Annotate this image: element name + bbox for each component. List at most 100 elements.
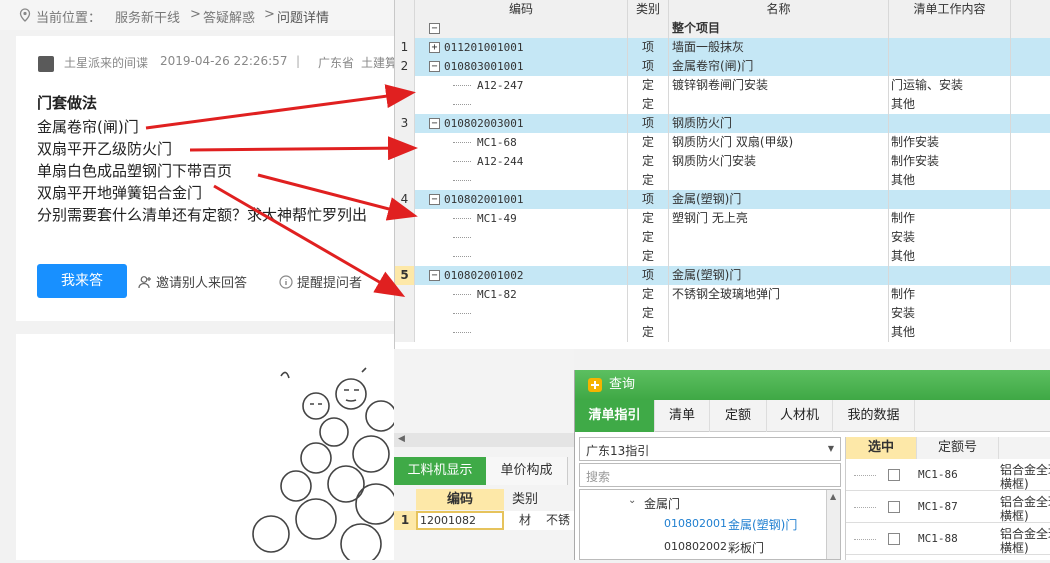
quota-row[interactable]: MC1-87铝合金全玻横框) [846, 491, 1050, 523]
collapse-icon[interactable]: − [429, 270, 440, 281]
type-cell[interactable]: 定 [628, 95, 669, 114]
name-cell[interactable] [669, 228, 889, 247]
collapse-icon[interactable]: − [429, 61, 440, 72]
code-cell[interactable]: +011201001001 [415, 38, 628, 57]
work-content-cell[interactable] [889, 57, 1011, 76]
type-cell[interactable]: 项 [628, 38, 669, 57]
tab-quota[interactable]: 定额 [710, 400, 767, 432]
extra-cell[interactable] [1011, 171, 1050, 190]
name-cell[interactable]: 不锈钢全玻璃地弹门 [669, 285, 889, 304]
header-code[interactable]: 编码 [416, 489, 504, 510]
grid-row[interactable]: A12-244 定钢质防火门安装 制作安装 [395, 152, 1050, 171]
extra-cell[interactable] [1011, 285, 1050, 304]
quota-row[interactable]: MC1-86铝合金全玻横框) [846, 459, 1050, 491]
work-content-cell[interactable]: 制作 [889, 209, 1011, 228]
work-content-cell[interactable]: 其他 [889, 323, 1011, 342]
type-cell[interactable]: 定 [628, 171, 669, 190]
grid-row[interactable]: 2−010803001001 项金属卷帘(闸)门 [395, 57, 1050, 76]
chevron-down-icon[interactable]: ⌄ [628, 495, 636, 506]
name-cell[interactable] [669, 323, 889, 342]
extra-cell[interactable] [1011, 152, 1050, 171]
scroll-up-icon[interactable]: ▲ [830, 492, 836, 501]
type-cell[interactable]: 定 [628, 285, 669, 304]
header-name[interactable] [998, 437, 1050, 459]
grid-row[interactable]: 定 其他 [395, 247, 1050, 266]
work-content-cell[interactable]: 制作安装 [889, 133, 1011, 152]
grid-row[interactable]: MC1-82 定不锈钢全玻璃地弹门 制作 [395, 285, 1050, 304]
grid-row[interactable]: 1 +011201001001 项墙面一般抹灰 [395, 38, 1050, 57]
type-cell[interactable]: 项 [628, 57, 669, 76]
tree-scrollbar[interactable]: ▲ [826, 490, 840, 559]
code-cell[interactable] [415, 171, 628, 190]
extra-cell[interactable] [1011, 323, 1050, 342]
work-content-cell[interactable]: 其他 [889, 171, 1011, 190]
material-extra-cell[interactable]: 不锈 [546, 511, 574, 530]
grid-row[interactable]: 定 其他 [395, 171, 1050, 190]
tab-price-composition[interactable]: 单价构成 [486, 457, 568, 485]
breadcrumb-link-service[interactable]: 服务新干线 [115, 7, 180, 26]
work-content-cell[interactable]: 安装 [889, 304, 1011, 323]
code-cell[interactable] [415, 95, 628, 114]
tree-node-code[interactable]: 010802001 [664, 517, 727, 530]
code-cell[interactable]: MC1-49 [415, 209, 628, 228]
name-cell[interactable] [669, 95, 889, 114]
select-checkbox[interactable] [888, 501, 900, 513]
type-cell[interactable]: 定 [628, 247, 669, 266]
work-content-cell[interactable]: 其他 [889, 247, 1011, 266]
expand-icon[interactable]: + [429, 42, 440, 53]
remind-button[interactable]: 提醒提问者 [279, 272, 362, 291]
quota-row[interactable]: MC1-88铝合金全玻横框) [846, 523, 1050, 555]
material-type-cell[interactable]: 材 [504, 511, 546, 530]
tab-labor-material[interactable]: 人材机 [767, 400, 833, 432]
code-cell[interactable]: MC1-82 [415, 285, 628, 304]
tab-bill-guide[interactable]: 清单指引 [575, 400, 655, 432]
code-cell[interactable] [415, 304, 628, 323]
code-cell[interactable] [415, 228, 628, 247]
extra-cell[interactable] [1011, 190, 1050, 209]
code-cell[interactable]: A12-247 [415, 76, 628, 95]
extra-cell[interactable] [1011, 209, 1050, 228]
type-cell[interactable]: 定 [628, 228, 669, 247]
tree-node-label[interactable]: 金属门 [644, 495, 680, 512]
grid-row[interactable]: 定 其他 [395, 95, 1050, 114]
work-content-cell[interactable] [889, 114, 1011, 133]
code-cell[interactable] [415, 247, 628, 266]
tree-node-label[interactable]: 金属(塑钢)门 [728, 516, 797, 533]
tree-node-code[interactable]: 010802002 [664, 540, 727, 553]
horizontal-scrollbar[interactable]: ◀ [394, 433, 574, 447]
code-cell[interactable]: − [415, 19, 628, 38]
name-cell[interactable]: 钢质防火门 双扇(甲级) [669, 133, 889, 152]
invite-button[interactable]: 邀请别人来回答 [138, 272, 247, 291]
extra-cell[interactable] [1011, 266, 1050, 285]
extra-cell[interactable] [1011, 247, 1050, 266]
extra-cell[interactable] [1011, 76, 1050, 95]
grid-row[interactable]: A12-247 定镀锌钢卷闸门安装 门运输、安装 [395, 76, 1050, 95]
breadcrumb-link-qa[interactable]: 答疑解惑 [203, 7, 255, 26]
work-content-cell[interactable]: 门运输、安装 [889, 76, 1011, 95]
extra-cell[interactable] [1011, 57, 1050, 76]
query-titlebar[interactable]: 查询 [575, 370, 1050, 400]
code-cell[interactable]: −010802001001 [415, 190, 628, 209]
type-cell[interactable] [628, 19, 669, 38]
grid-row[interactable]: − 整个项目 [395, 19, 1050, 38]
type-cell[interactable]: 定 [628, 76, 669, 95]
extra-cell[interactable] [1011, 228, 1050, 247]
type-cell[interactable]: 定 [628, 152, 669, 171]
type-cell[interactable]: 项 [628, 266, 669, 285]
name-cell[interactable]: 金属(塑钢)门 [669, 266, 889, 285]
name-cell[interactable] [669, 304, 889, 323]
type-cell[interactable]: 项 [628, 114, 669, 133]
grid-row[interactable]: MC1-49 定塑钢门 无上亮 制作 [395, 209, 1050, 228]
work-content-cell[interactable]: 制作安装 [889, 152, 1011, 171]
extra-cell[interactable] [1011, 38, 1050, 57]
header-work-content[interactable]: 清单工作内容 [889, 0, 1011, 19]
header-type[interactable]: 类别 [628, 0, 669, 19]
name-cell[interactable]: 墙面一般抹灰 [669, 38, 889, 57]
select-checkbox[interactable] [888, 533, 900, 545]
code-cell[interactable]: −010802001002 [415, 266, 628, 285]
answer-button[interactable]: 我来答 [37, 264, 127, 298]
name-cell[interactable]: 金属(塑钢)门 [669, 190, 889, 209]
work-content-cell[interactable]: 制作 [889, 285, 1011, 304]
grid-row[interactable]: 4−010802001001 项金属(塑钢)门 [395, 190, 1050, 209]
grid-row[interactable]: MC1-68 定钢质防火门 双扇(甲级) 制作安装 [395, 133, 1050, 152]
